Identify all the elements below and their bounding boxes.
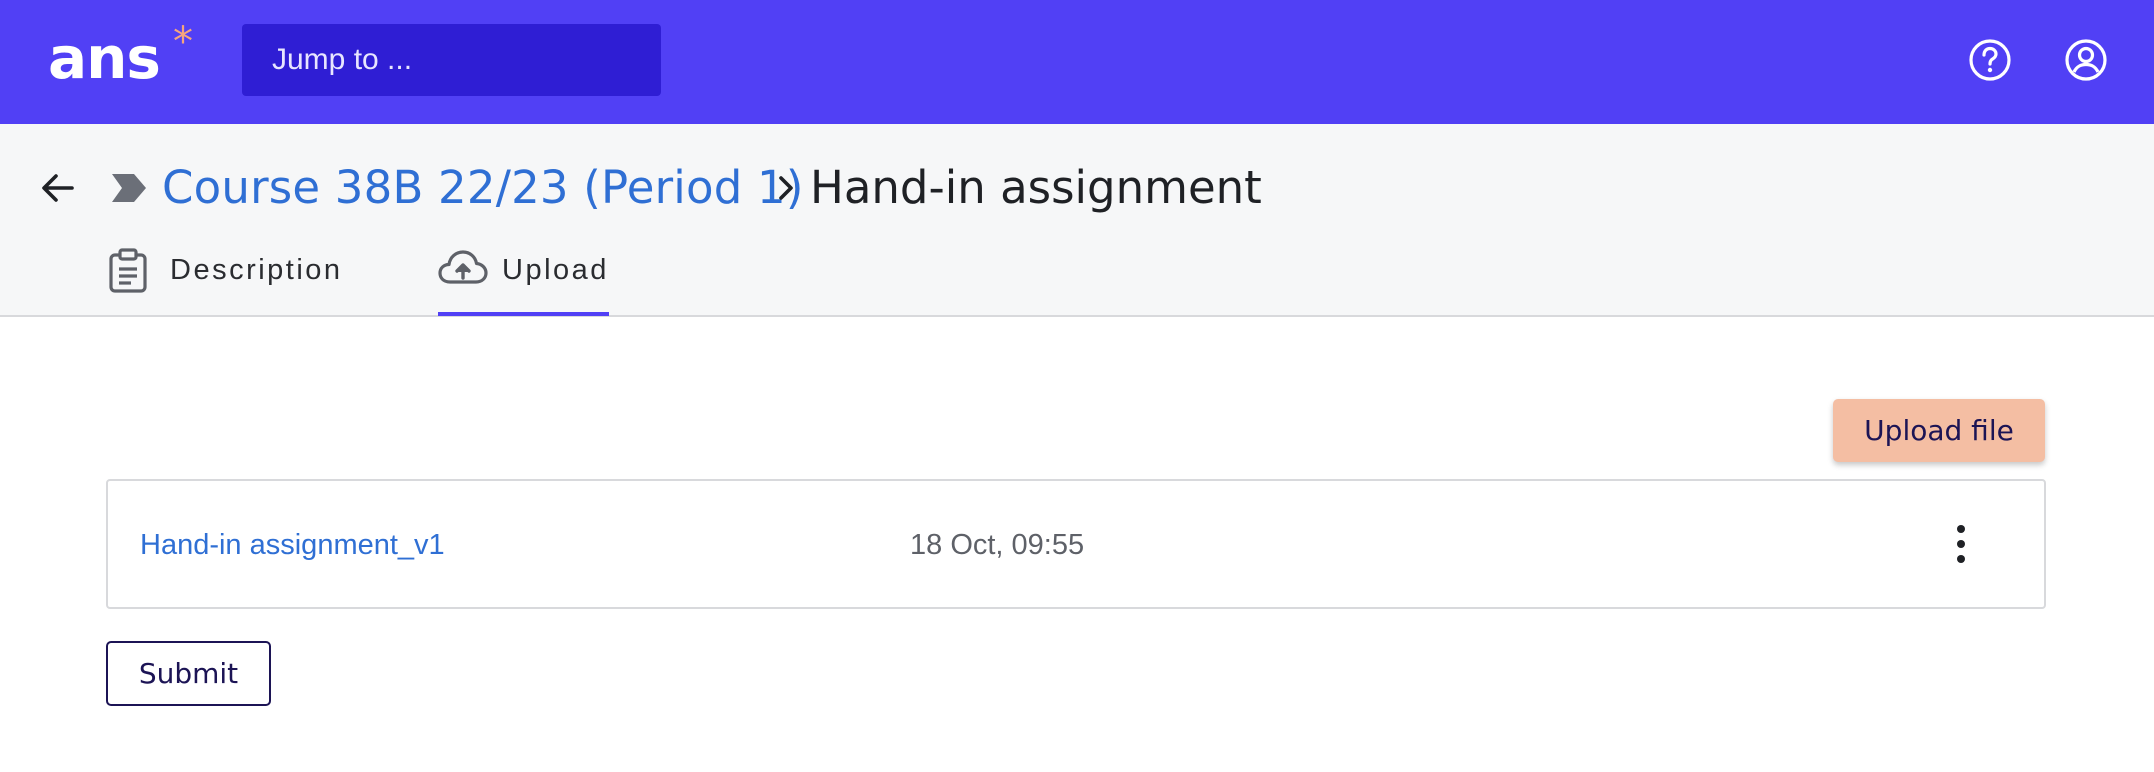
tab-upload[interactable]: Upload [438, 240, 609, 316]
jump-to-search-input[interactable] [242, 24, 661, 96]
user-circle-icon [2065, 39, 2107, 81]
breadcrumb-separator-icon [779, 176, 793, 200]
tab-description-label: Description [170, 254, 343, 286]
more-vertical-icon [1957, 525, 1965, 563]
breadcrumb-course-link[interactable]: Course 38B 22/23 (Period 1) [162, 158, 804, 218]
top-bar: ans * [0, 0, 2154, 124]
upload-file-button[interactable]: Upload file [1833, 399, 2045, 462]
submit-button[interactable]: Submit [106, 641, 271, 706]
arrow-left-icon [42, 174, 74, 202]
page-title: Hand-in assignment [810, 161, 1262, 214]
help-button[interactable] [1968, 38, 2012, 82]
page-header: Course 38B 22/23 (Period 1) Hand-in assi… [0, 124, 2154, 317]
back-button[interactable] [38, 168, 78, 208]
file-list-item: Hand-in assignment_v1 18 Oct, 09:55 [106, 479, 2046, 609]
tab-upload-label: Upload [502, 254, 609, 286]
logo-mark: * [173, 19, 193, 65]
clipboard-icon [109, 248, 147, 293]
file-date: 18 Oct, 09:55 [910, 529, 1085, 561]
chevron-tag-icon [112, 174, 146, 202]
user-account-button[interactable] [2064, 38, 2108, 82]
file-name-link[interactable]: Hand-in assignment_v1 [140, 525, 445, 565]
tab-description[interactable]: Description [108, 240, 348, 315]
logo[interactable]: ans [48, 18, 161, 98]
file-options-button[interactable] [1946, 521, 1976, 567]
help-circle-icon [1969, 39, 2011, 81]
cloud-upload-icon [438, 250, 488, 284]
